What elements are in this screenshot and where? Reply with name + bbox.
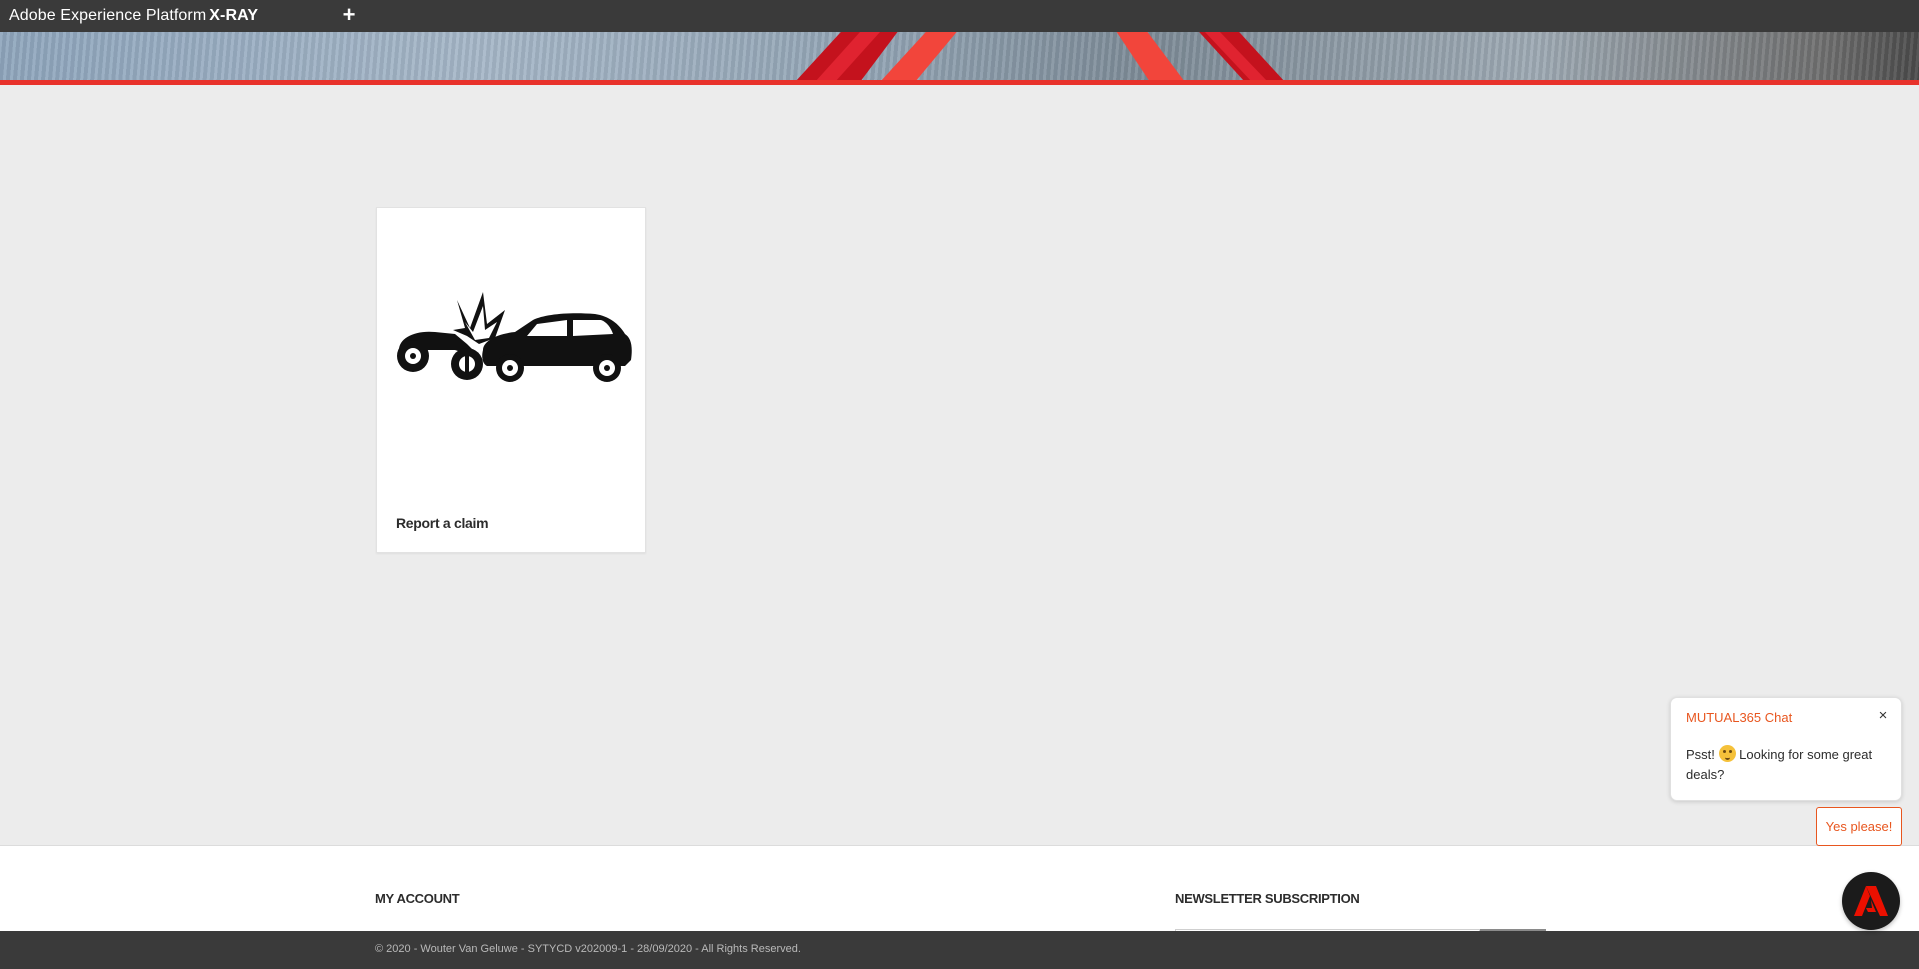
car-crash-icon	[397, 292, 632, 382]
close-icon[interactable]: ×	[1875, 707, 1891, 724]
yes-please-button[interactable]: Yes please!	[1816, 807, 1902, 846]
footer: MY ACCOUNT NEWSLETTER SUBSCRIPTION	[0, 845, 1919, 939]
warning-triangle-graphic	[795, 32, 1285, 82]
chat-message-start: Psst!	[1686, 747, 1715, 762]
chat-message: Psst! Looking for some great deals?	[1686, 745, 1886, 785]
hero-accent-stripe	[0, 80, 1919, 85]
chat-title: MUTUAL365 Chat	[1686, 710, 1793, 725]
xray-toolbar: Adobe Experience Platform X-RAY +	[0, 0, 1919, 32]
xray-title-strong: X-RAY	[209, 7, 259, 24]
copyright-text: © 2020 - Wouter Van Geluwe - SYTYCD v202…	[375, 943, 801, 955]
face-emoji-icon	[1718, 745, 1736, 762]
adobe-logo-icon	[1854, 886, 1888, 916]
add-button[interactable]: +	[339, 1, 359, 29]
chat-popup: MUTUAL365 Chat × Psst! Looking for some …	[1670, 697, 1902, 801]
copyright-bar: © 2020 - Wouter Van Geluwe - SYTYCD v202…	[0, 931, 1919, 969]
report-claim-card[interactable]: Report a claim	[376, 207, 646, 553]
xray-title-prefix: Adobe Experience Platform	[9, 7, 207, 24]
chat-launcher-button[interactable]	[1842, 872, 1900, 930]
card-label[interactable]: Report a claim	[396, 515, 489, 531]
hero-banner	[0, 32, 1919, 82]
my-account-heading: MY ACCOUNT	[375, 891, 460, 906]
xray-title: Adobe Experience Platform X-RAY	[9, 7, 258, 25]
newsletter-heading: NEWSLETTER SUBSCRIPTION	[1175, 891, 1360, 906]
